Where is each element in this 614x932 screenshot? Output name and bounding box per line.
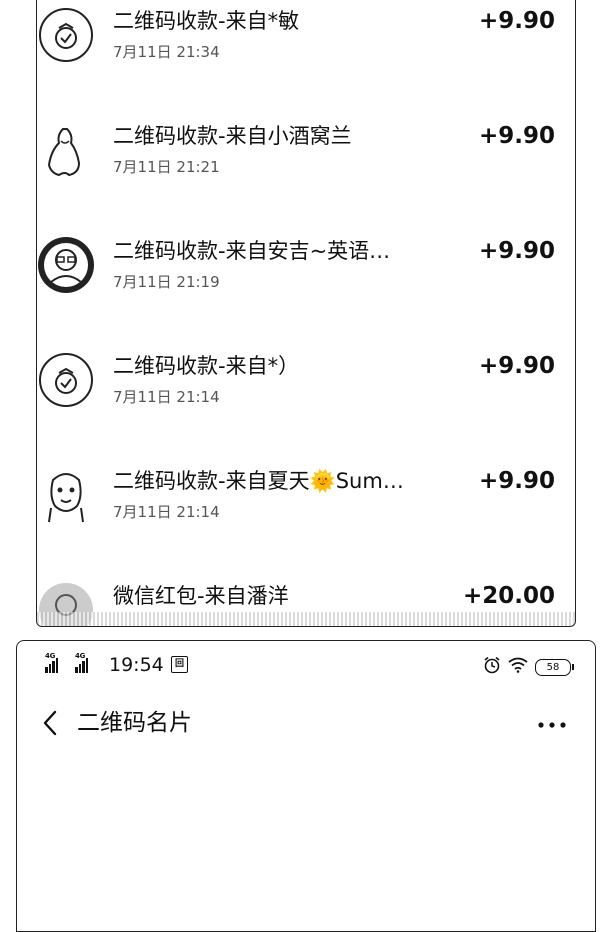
transaction-title: 二维码收款-来自夏天🌞Sum… [113,469,404,493]
qr-card-screen: 4G 4G 19:54 回 58 二维码名片 [16,640,596,932]
status-bar: 4G 4G 19:54 回 58 [17,652,595,678]
status-time: 19:54 [109,654,164,676]
battery-icon: 58 [535,658,574,676]
signal-icon: 4G [75,652,88,673]
transaction-list: 二维码收款-来自*敏 7月11日 21:34 +9.90 二维码收款-来自小酒窝… [36,0,576,627]
portrait-avatar [37,236,95,294]
list-item[interactable]: 微信红包-来自潘洋 +20.00 [37,581,575,626]
chevron-left-icon[interactable] [37,705,65,741]
transaction-time: 7月11日 21:14 [113,503,220,521]
sketch-face-avatar [37,466,95,524]
notification-icon: 回 [171,656,188,673]
transaction-time: 7月11日 21:34 [113,43,220,61]
signal-label: 4G [75,652,86,660]
list-item[interactable]: 二维码收款-来自*） 7月11日 21:14 +9.90 [37,351,575,466]
transaction-amount: +9.90 [478,238,555,264]
sketch-figure-avatar [37,121,95,179]
transaction-amount: +9.90 [478,8,555,34]
page-title: 二维码名片 [77,710,192,736]
more-icon[interactable] [535,705,569,741]
alarm-icon [483,656,501,678]
transaction-time: 7月11日 21:14 [113,388,220,406]
transaction-title: 微信红包-来自潘洋 [113,584,289,608]
list-item[interactable]: 二维码收款-来自安吉~英语… 7月11日 21:19 +9.90 [37,236,575,351]
nav-bar: 二维码名片 [17,703,595,743]
transaction-title: 二维码收款-来自*） [113,354,300,378]
signal-label: 4G [45,652,56,660]
transaction-amount: +9.90 [478,353,555,379]
money-bag-icon [37,6,95,64]
money-bag-icon [37,351,95,409]
transaction-title: 二维码收款-来自小酒窝兰 [113,124,352,148]
signal-icon: 4G [45,652,58,673]
list-item[interactable]: 二维码收款-来自小酒窝兰 7月11日 21:21 +9.90 [37,121,575,236]
transaction-amount: +9.90 [478,468,555,494]
red-packet-avatar [37,581,95,626]
wifi-icon [508,657,528,677]
transaction-amount: +9.90 [478,123,555,149]
list-item[interactable]: 二维码收款-来自*敏 7月11日 21:34 +9.90 [37,6,575,121]
transaction-time: 7月11日 21:19 [113,273,220,291]
transaction-amount: +20.00 [462,583,555,609]
transaction-title: 二维码收款-来自*敏 [113,9,300,33]
transaction-title: 二维码收款-来自安吉~英语… [113,239,391,263]
list-item[interactable]: 二维码收款-来自夏天🌞Sum… 7月11日 21:14 +9.90 [37,466,575,581]
transaction-time: 7月11日 21:21 [113,158,220,176]
